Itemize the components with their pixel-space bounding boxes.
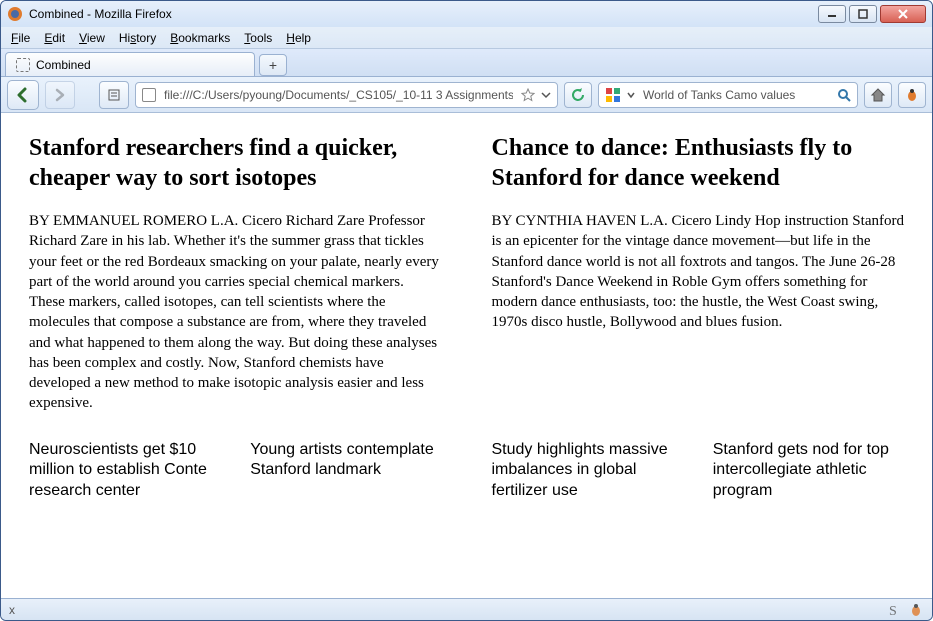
tab-combined[interactable]: Combined (5, 52, 255, 76)
star-icon[interactable] (521, 88, 535, 102)
list-icon (107, 88, 121, 102)
sub-headline-a: Neuroscientists get $10 million to estab… (29, 440, 220, 502)
toolbar (1, 77, 932, 113)
body-right: BY CYNTHIA HAVEN L.A. Cicero Lindy Hop i… (492, 211, 905, 333)
reload-button[interactable] (564, 82, 592, 108)
new-tab-button[interactable]: + (259, 54, 287, 76)
search-icon[interactable] (837, 88, 851, 102)
menu-history[interactable]: History (119, 31, 156, 45)
close-button[interactable] (880, 5, 926, 23)
url-input[interactable] (162, 87, 515, 103)
firefox-icon (7, 6, 23, 22)
s-status-icon[interactable]: S (886, 602, 902, 618)
menu-view[interactable]: View (79, 31, 105, 45)
article-left: Stanford researchers find a quicker, che… (29, 133, 442, 414)
sub-headline-c: Study highlights massive imbalances in g… (492, 440, 683, 502)
body-left: BY EMMANUEL ROMERO L.A. Cicero Richard Z… (29, 211, 442, 414)
firebug-status-icon[interactable] (908, 602, 924, 618)
google-icon (605, 87, 621, 103)
minimize-button[interactable] (818, 5, 846, 23)
search-bar[interactable] (598, 82, 858, 108)
menu-tools[interactable]: Tools (244, 31, 272, 45)
page-icon (16, 58, 30, 72)
tab-label: Combined (36, 58, 91, 72)
menu-file[interactable]: File (11, 31, 30, 45)
url-bar[interactable] (135, 82, 558, 108)
arrow-right-icon (53, 88, 67, 102)
reload-icon (571, 88, 585, 102)
document-icon (142, 88, 156, 102)
firebug-button[interactable] (898, 82, 926, 108)
browser-window: Combined - Mozilla Firefox File Edit Vie… (0, 0, 933, 621)
home-button[interactable] (864, 82, 892, 108)
titlebar[interactable]: Combined - Mozilla Firefox (1, 1, 932, 27)
forward-button[interactable] (45, 81, 75, 109)
headline-right: Chance to dance: Enthusiasts fly to Stan… (492, 133, 905, 193)
dropdown-icon[interactable] (541, 90, 551, 100)
svg-text:S: S (889, 604, 897, 618)
menubar: File Edit View History Bookmarks Tools H… (1, 27, 932, 49)
back-button[interactable] (7, 80, 39, 110)
maximize-button[interactable] (849, 5, 877, 23)
headline-left: Stanford researchers find a quicker, che… (29, 133, 442, 193)
sub-headline-b: Young artists contemplate Stanford landm… (250, 440, 441, 502)
article-right: Chance to dance: Enthusiasts fly to Stan… (492, 133, 905, 414)
window-title: Combined - Mozilla Firefox (29, 7, 172, 21)
dropdown-icon[interactable] (627, 91, 635, 99)
arrow-left-icon (15, 87, 31, 103)
recent-pages-button[interactable] (99, 81, 129, 109)
page-content: Stanford researchers find a quicker, che… (1, 113, 932, 598)
menu-help[interactable]: Help (286, 31, 311, 45)
bug-icon (904, 87, 920, 103)
statusbar: x S (1, 598, 932, 620)
search-input[interactable] (641, 87, 831, 103)
home-icon (870, 87, 886, 103)
tabstrip: Combined + (1, 49, 932, 77)
menu-bookmarks[interactable]: Bookmarks (170, 31, 230, 45)
menu-edit[interactable]: Edit (44, 31, 65, 45)
status-text: x (9, 603, 15, 617)
sub-headline-d: Stanford gets nod for top intercollegiat… (713, 440, 904, 502)
